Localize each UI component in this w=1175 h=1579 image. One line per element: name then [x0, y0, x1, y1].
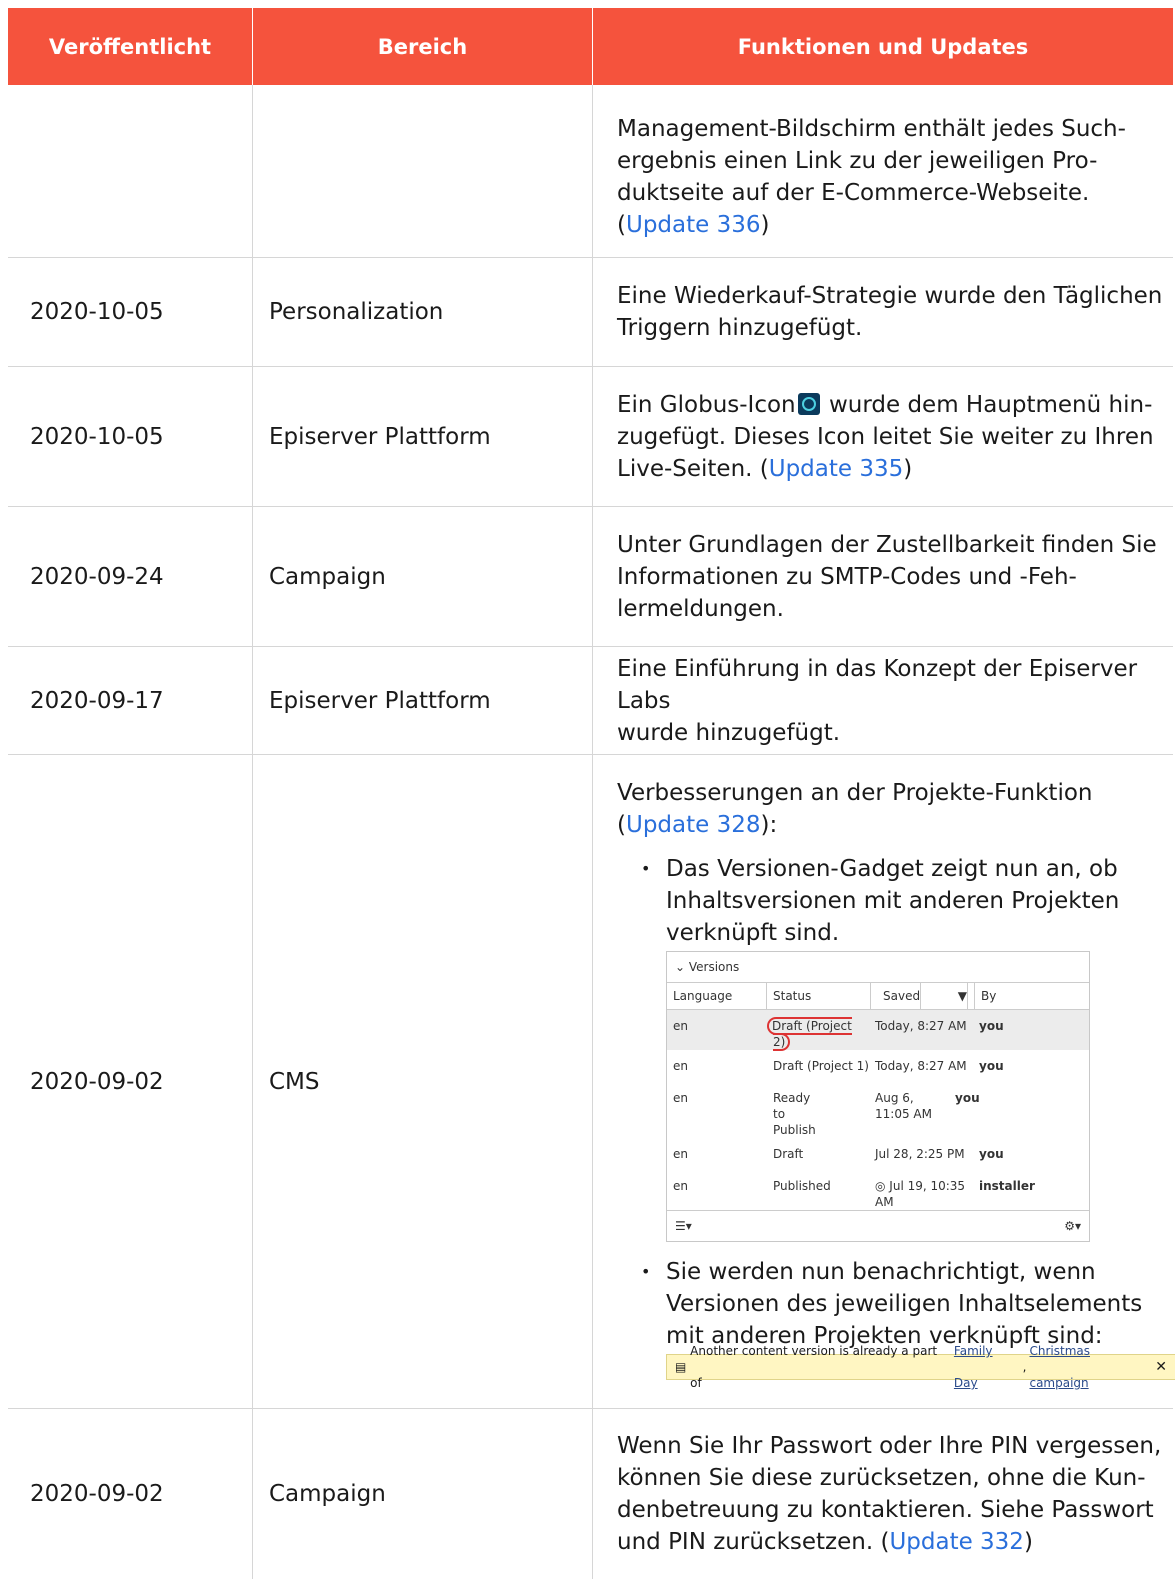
table-header: Veröffentlicht Bereich Funktionen und Up… — [8, 8, 1173, 85]
update-link[interactable]: Update 328 — [626, 812, 761, 838]
project-icon: ▤ — [675, 1360, 691, 1374]
update-link[interactable]: Update 335 — [769, 456, 904, 482]
table-row: 2020-09-02 CMS Verbesserungen an der Pro… — [8, 755, 1175, 1409]
table-row: 2020-09-17 Episerver Plattform Eine Einf… — [8, 647, 1173, 755]
chevron-down-icon[interactable]: ⌄ — [675, 959, 689, 975]
gadget-row[interactable]: en Draft (Project 2) Today, 8:27 AM you — [667, 1010, 1089, 1051]
project-notice: ▤ Another content version is already a p… — [666, 1344, 1175, 1390]
notice-link-family-day[interactable]: Family Day — [954, 1335, 1020, 1399]
table-row: 2020-09-24 Campaign Unter Grundlagen der… — [8, 507, 1173, 647]
update-link[interactable]: Update 332 — [889, 1529, 1024, 1555]
header-area: Bereich — [253, 8, 593, 85]
update-link[interactable]: Update 336 — [626, 212, 761, 238]
gear-icon[interactable]: ⚙▾ — [1064, 1218, 1081, 1234]
release-table: Veröffentlicht Bereich Funktionen und Up… — [8, 8, 1175, 1579]
table-row: 2020-10-05 Episerver Plattform Ein Globu… — [8, 367, 1173, 507]
table-row: 2020-09-02 Campaign Wenn Sie Ihr Passwor… — [8, 1409, 1173, 1579]
gadget-row[interactable]: en Draft Jul 28, 2:25 PM you — [667, 1138, 1089, 1170]
menu-icon[interactable]: ☰▾ — [675, 1218, 692, 1234]
table-row: Management-Bildschirm enthält jedes Such… — [8, 85, 1173, 258]
gadget-header: Language Status Saved ▼ By — [667, 983, 1089, 1010]
globe-icon — [797, 392, 820, 415]
sort-desc-icon: ▼ — [952, 983, 968, 1009]
versions-gadget: ⌄ Versions Language Status Saved ▼ By en … — [666, 951, 1090, 1242]
header-features: Funktionen und Updates — [737, 34, 1029, 59]
header-published: Veröffentlicht — [8, 8, 253, 85]
published-icon: ◎ — [875, 1179, 890, 1193]
gadget-row[interactable]: en Published ◎ Jul 19, 10:35 AM installe… — [667, 1170, 1089, 1210]
notice-link-christmas[interactable]: Christmas campaign — [1029, 1335, 1152, 1399]
table-row: 2020-10-05 Personalization Eine Wiederka… — [8, 258, 1173, 367]
gadget-row[interactable]: en Draft (Project 1) Today, 8:27 AM you — [667, 1050, 1089, 1082]
gadget-row[interactable]: en Ready to Publish Aug 6, 11:05 AM you — [667, 1082, 1089, 1138]
close-icon[interactable]: ✕ — [1155, 1351, 1167, 1383]
